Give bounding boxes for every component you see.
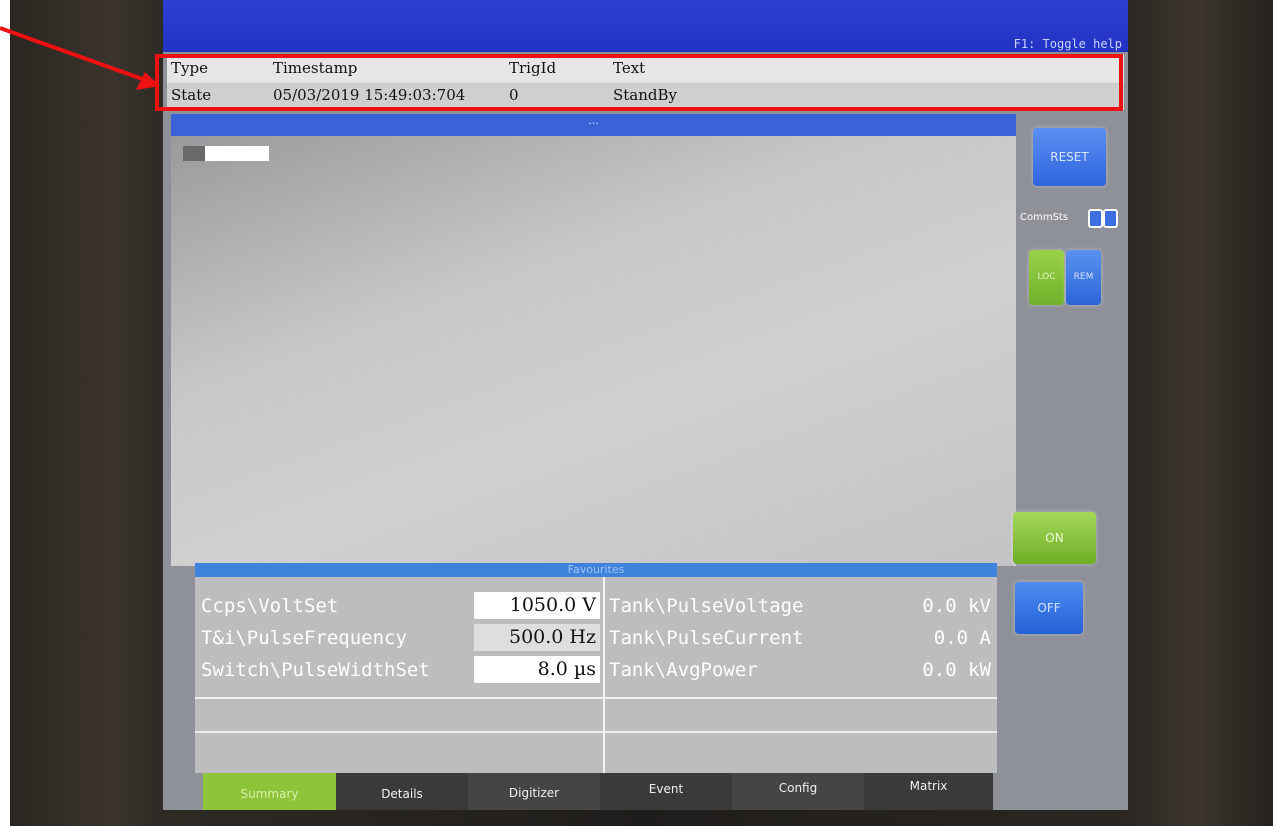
video-feed (171, 136, 1016, 566)
annotation-arrow-icon (0, 26, 160, 90)
fav-label: T&i\PulseFrequency (201, 627, 407, 649)
fav-row-pulsecurrent: Tank\PulseCurrent 0.0 A (605, 621, 997, 653)
fav-row-pulsewidthset: Switch\PulseWidthSet 8.0 µs (195, 653, 603, 685)
on-button[interactable]: ON (1013, 512, 1096, 564)
empty-row-line (195, 697, 997, 699)
fav-row-pulsefrequency: T&i\PulseFrequency 500.0 Hz (195, 621, 603, 653)
pulsecurrent-value: 0.0 A (933, 627, 991, 649)
reset-button[interactable]: RESET (1033, 128, 1106, 186)
favourites-panel: Favourites Ccps\VoltSet 1050.0 V T&i\Pul… (195, 563, 997, 773)
off-button[interactable]: OFF (1015, 582, 1083, 634)
hmi-screen: F1: Toggle help Type Timestamp TrigId Te… (163, 0, 1128, 810)
help-hint: F1: Toggle help (1013, 37, 1122, 51)
fav-label: Tank\PulseCurrent (609, 627, 804, 649)
pulsewidthset-input[interactable]: 8.0 µs (474, 656, 600, 683)
commsts-label: CommSts (1020, 212, 1069, 223)
video-panel: ... (171, 114, 1016, 566)
remote-button[interactable]: REM (1066, 250, 1101, 305)
fav-label: Tank\PulseVoltage (609, 595, 804, 617)
tab-bar: Summary Details Digitizer Event Config M… (203, 773, 993, 810)
fav-label: Tank\AvgPower (609, 659, 758, 681)
top-bar: F1: Toggle help (163, 0, 1128, 52)
pulsevoltage-value: 0.0 kV (922, 595, 991, 617)
fav-row-pulsevoltage: Tank\PulseVoltage 0.0 kV (605, 589, 997, 621)
tab-details[interactable]: Details (336, 773, 468, 810)
tab-event[interactable]: Event (600, 773, 732, 810)
local-button[interactable]: LOC (1029, 250, 1064, 305)
tab-digitizer[interactable]: Digitizer (468, 773, 600, 810)
video-label-box (183, 146, 269, 161)
tab-config[interactable]: Config (732, 773, 864, 810)
avgpower-value: 0.0 kW (922, 659, 991, 681)
tab-summary[interactable]: Summary (203, 773, 336, 810)
voltset-input[interactable]: 1050.0 V (474, 592, 600, 619)
empty-row-line (195, 731, 997, 733)
comm-status-indicator-1 (1088, 209, 1103, 228)
video-titlebar[interactable]: ... (171, 114, 1016, 136)
fav-label: Switch\PulseWidthSet (201, 659, 430, 681)
highlight-box (155, 54, 1123, 111)
favourites-title: Favourites (195, 563, 997, 577)
fav-label: Ccps\VoltSet (201, 595, 339, 617)
fav-row-voltset: Ccps\VoltSet 1050.0 V (195, 589, 603, 621)
tab-matrix[interactable]: Matrix (864, 773, 993, 810)
comm-status-indicator-2 (1103, 209, 1118, 228)
fav-row-avgpower: Tank\AvgPower 0.0 kW (605, 653, 997, 685)
pulsefrequency-input[interactable]: 500.0 Hz (474, 624, 600, 651)
